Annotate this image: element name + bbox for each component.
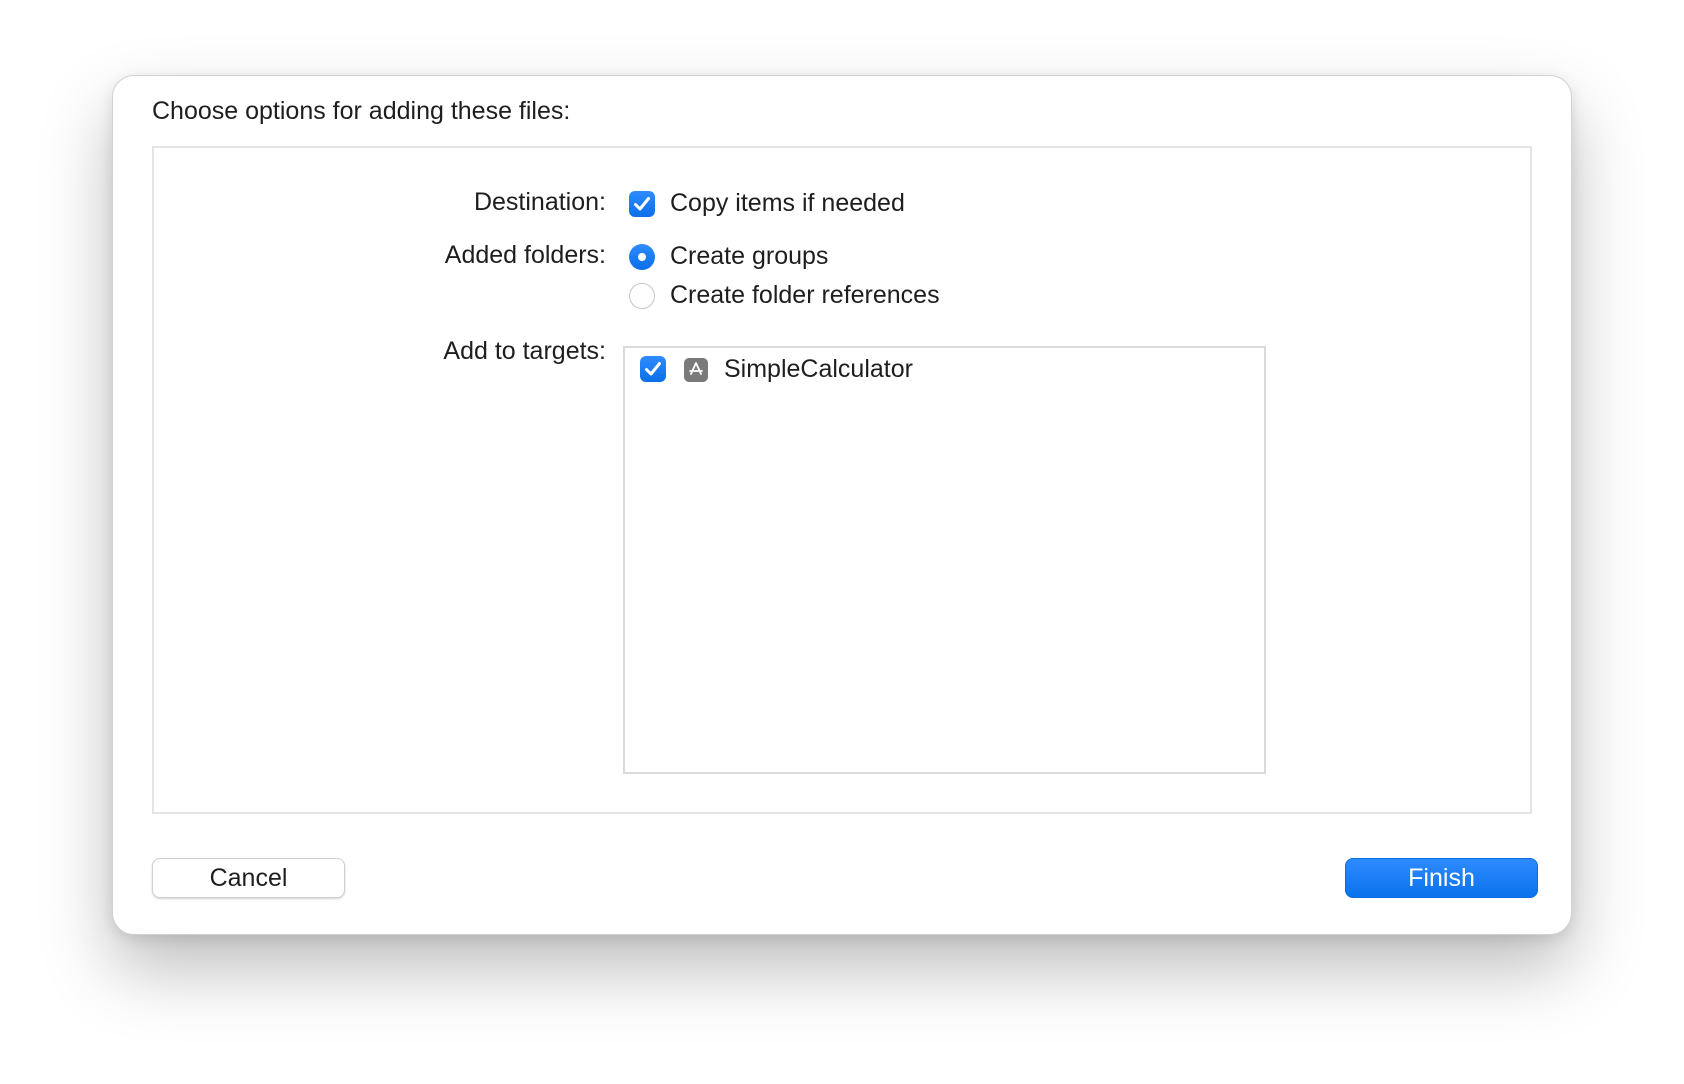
targets-list[interactable]: SimpleCalculator (623, 346, 1266, 774)
dialog-title: Choose options for adding these files: (152, 97, 571, 125)
target-name: SimpleCalculator (724, 355, 913, 383)
checkmark-icon (634, 197, 650, 211)
add-to-targets-label: Add to targets: (443, 337, 606, 365)
finish-button[interactable]: Finish (1345, 858, 1538, 898)
cancel-button[interactable]: Cancel (152, 858, 345, 898)
target-checkbox[interactable] (640, 356, 666, 382)
checkmark-icon (645, 362, 661, 376)
create-groups-label[interactable]: Create groups (670, 242, 828, 271)
add-files-dialog: Choose options for adding these files: D… (112, 75, 1572, 935)
copy-items-label[interactable]: Copy items if needed (670, 189, 905, 218)
copy-items-checkbox[interactable] (629, 191, 655, 217)
create-groups-radio[interactable] (629, 244, 655, 270)
create-folder-references-label[interactable]: Create folder references (670, 281, 940, 310)
create-folder-references-radio[interactable] (629, 283, 655, 309)
options-panel: Destination: Copy items if needed Added … (152, 146, 1532, 814)
target-row-simplecalculator[interactable]: SimpleCalculator (625, 348, 1264, 392)
destination-label: Destination: (473, 188, 606, 216)
app-store-icon (684, 358, 708, 382)
added-folders-label: Added folders: (444, 241, 606, 269)
